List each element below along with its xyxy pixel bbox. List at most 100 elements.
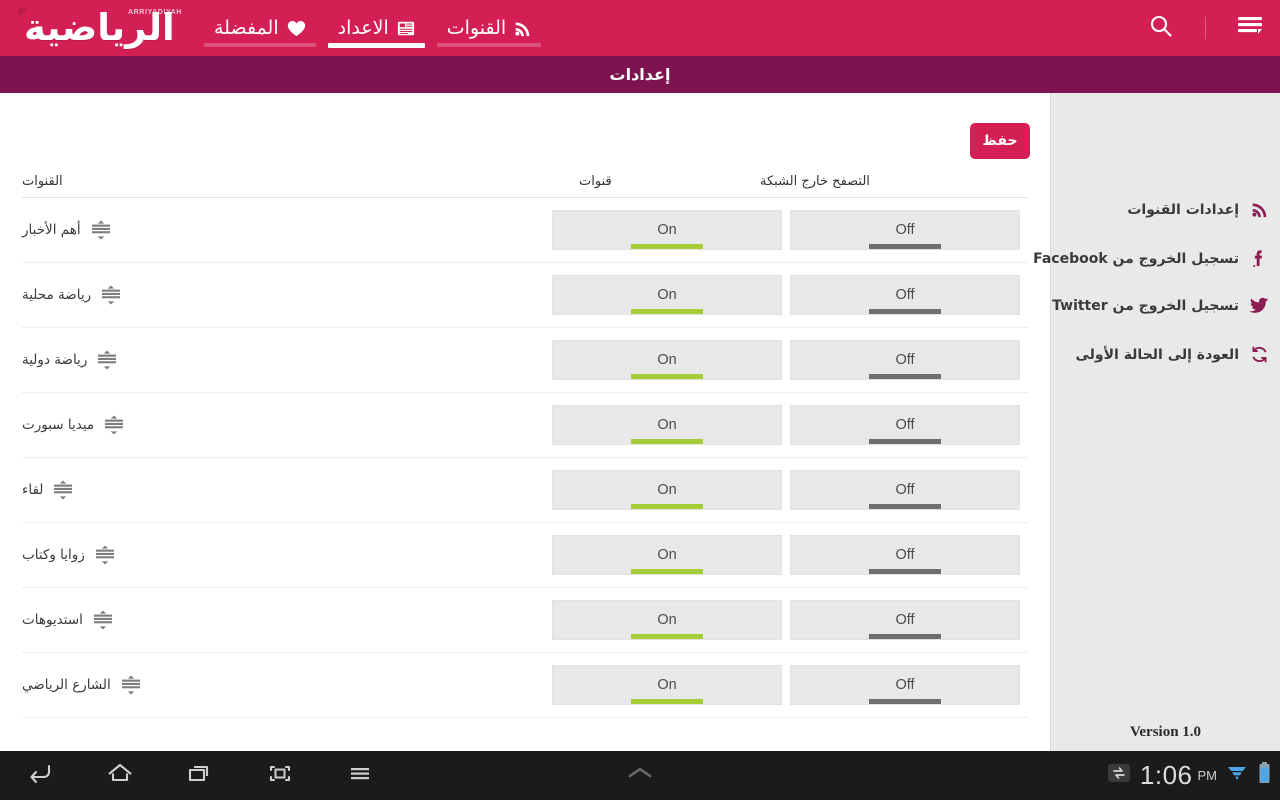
system-status-area: 1:06 PM <box>1107 751 1272 800</box>
recents-icon <box>185 761 215 790</box>
channel-label-group[interactable]: رياضة محلية <box>22 285 122 305</box>
tab-settings-underline <box>327 43 425 48</box>
channel-rows: أهم الأخبار On Off رياضة محلية On Off ري… <box>0 198 1050 718</box>
sidebar-item-label: تسجيل الخروج من Twitter <box>1052 298 1239 314</box>
channel-name: رياضة دولية <box>22 352 88 368</box>
channel-name: استديوهات <box>22 612 83 628</box>
sidebar-item-label: العودة إلى الحالة الأولى <box>1075 346 1239 363</box>
search-icon <box>1148 13 1174 44</box>
toggle-label: Off <box>895 417 915 433</box>
table-row[interactable]: رياضة محلية On Off <box>22 263 1028 328</box>
channel-label-group[interactable]: استديوهات <box>22 610 114 630</box>
offline-toggle[interactable]: Off <box>790 665 1020 705</box>
sidebar-item-reset[interactable]: العودة إلى الحالة الأولى <box>1075 345 1270 364</box>
table-row[interactable]: استديوهات On Off <box>22 588 1028 653</box>
tab-favorites[interactable]: المفضلة <box>198 0 322 56</box>
offline-toggle[interactable]: Off <box>790 600 1020 640</box>
android-system-bar: 1:06 PM <box>0 751 1280 800</box>
twitter-icon <box>1248 297 1270 315</box>
toggle-label: Off <box>895 612 915 628</box>
drag-handle-icon <box>121 675 140 695</box>
channel-name: أهم الأخبار <box>22 222 81 238</box>
drag-handle-icon <box>95 545 114 565</box>
settings-sidebar: إعدادات القنوات تسجيل الخروج من Facebook… <box>1033 93 1280 751</box>
channel-label-group[interactable]: رياضة دولية <box>22 350 118 370</box>
clock-time: 1:06 <box>1139 760 1193 790</box>
main-nav-tabs: القنوات الاعداد المفضلة <box>198 0 547 56</box>
column-header-channels: القنوات <box>22 174 63 189</box>
channel-toggle[interactable]: On <box>552 665 782 705</box>
header-divider <box>1205 17 1206 39</box>
channel-toggle[interactable]: On <box>552 600 782 640</box>
system-back-button[interactable] <box>0 751 80 800</box>
logo-arabic-text: الرياضية <box>24 6 176 49</box>
channel-toggle[interactable]: On <box>552 210 782 250</box>
search-button[interactable] <box>1143 10 1179 46</box>
toggle-label: Off <box>895 547 915 563</box>
system-recents-button[interactable] <box>160 751 240 800</box>
channel-name: ميديا سبورت <box>22 417 95 433</box>
offline-toggle[interactable]: Off <box>790 275 1020 315</box>
channel-label-group[interactable]: أهم الأخبار <box>22 220 112 240</box>
offline-toggle[interactable]: Off <box>790 340 1020 380</box>
tab-settings[interactable]: الاعداد <box>322 0 431 56</box>
wifi-icon <box>1226 762 1248 789</box>
channel-label-group[interactable]: الشارع الرياضي <box>22 675 142 695</box>
chevron-up-icon[interactable] <box>623 763 657 788</box>
offline-toggle[interactable]: Off <box>790 470 1020 510</box>
heart-icon <box>287 20 306 37</box>
channel-toggle[interactable]: On <box>552 535 782 575</box>
table-row[interactable]: رياضة دولية On Off <box>22 328 1028 393</box>
toggle-state-bar <box>631 439 703 444</box>
toggle-label: On <box>657 352 677 368</box>
table-row[interactable]: لقاء On Off <box>22 458 1028 523</box>
sidebar-item-facebook-logout[interactable]: تسجيل الخروج من Facebook <box>1033 249 1270 268</box>
app-logo[interactable]: ARRIYADIYAH الرياضية <box>10 2 190 54</box>
offline-toggle[interactable]: Off <box>790 535 1020 575</box>
table-row[interactable]: زوايا وكتاب On Off <box>22 523 1028 588</box>
back-icon <box>25 761 55 790</box>
toggle-state-bar <box>869 374 941 379</box>
tab-channels-label: القنوات <box>446 17 507 39</box>
toggle-label: On <box>657 417 677 433</box>
toggle-state-bar <box>869 309 941 314</box>
menu-button[interactable] <box>1232 10 1268 46</box>
sidebar-item-channel-settings[interactable]: إعدادات القنوات <box>1127 201 1270 218</box>
save-button[interactable]: حفظ <box>970 123 1030 159</box>
drag-handle-icon <box>102 285 121 305</box>
page-title: إعدادات <box>609 65 671 84</box>
channel-toggle[interactable]: On <box>552 470 782 510</box>
toggle-state-bar <box>631 309 703 314</box>
table-row[interactable]: أهم الأخبار On Off <box>22 198 1028 263</box>
channel-label-group[interactable]: ميديا سبورت <box>22 415 125 435</box>
system-menu-button[interactable] <box>320 751 400 800</box>
newspaper-icon <box>397 20 415 37</box>
sync-status-icon[interactable] <box>1107 762 1131 789</box>
table-row[interactable]: ميديا سبورت On Off <box>22 393 1028 458</box>
rss-icon <box>1248 201 1270 218</box>
tab-favorites-underline <box>204 43 316 47</box>
toggle-state-bar <box>869 569 941 574</box>
toggle-state-bar <box>631 244 703 249</box>
toggle-label: On <box>657 677 677 693</box>
tab-channels[interactable]: القنوات <box>431 0 547 56</box>
channel-toggle[interactable]: On <box>552 340 782 380</box>
offline-toggle[interactable]: Off <box>790 405 1020 445</box>
offline-toggle[interactable]: Off <box>790 210 1020 250</box>
home-icon <box>105 761 135 790</box>
drag-handle-icon <box>105 415 124 435</box>
channel-toggle[interactable]: On <box>552 405 782 445</box>
column-header-col1: قنوات <box>579 174 612 189</box>
rss-icon <box>514 20 531 37</box>
channel-toggle[interactable]: On <box>552 275 782 315</box>
toggle-state-bar <box>869 634 941 639</box>
clock-ampm: PM <box>1197 768 1218 783</box>
channel-label-group[interactable]: زوايا وكتاب <box>22 545 116 565</box>
toggle-label: On <box>657 482 677 498</box>
sidebar-item-twitter-logout[interactable]: تسجيل الخروج من Twitter <box>1052 297 1270 315</box>
channel-label-group[interactable]: لقاء <box>22 480 74 500</box>
toggle-state-bar <box>631 699 703 704</box>
system-home-button[interactable] <box>80 751 160 800</box>
table-row[interactable]: الشارع الرياضي On Off <box>22 653 1028 718</box>
system-screenshot-button[interactable] <box>240 751 320 800</box>
